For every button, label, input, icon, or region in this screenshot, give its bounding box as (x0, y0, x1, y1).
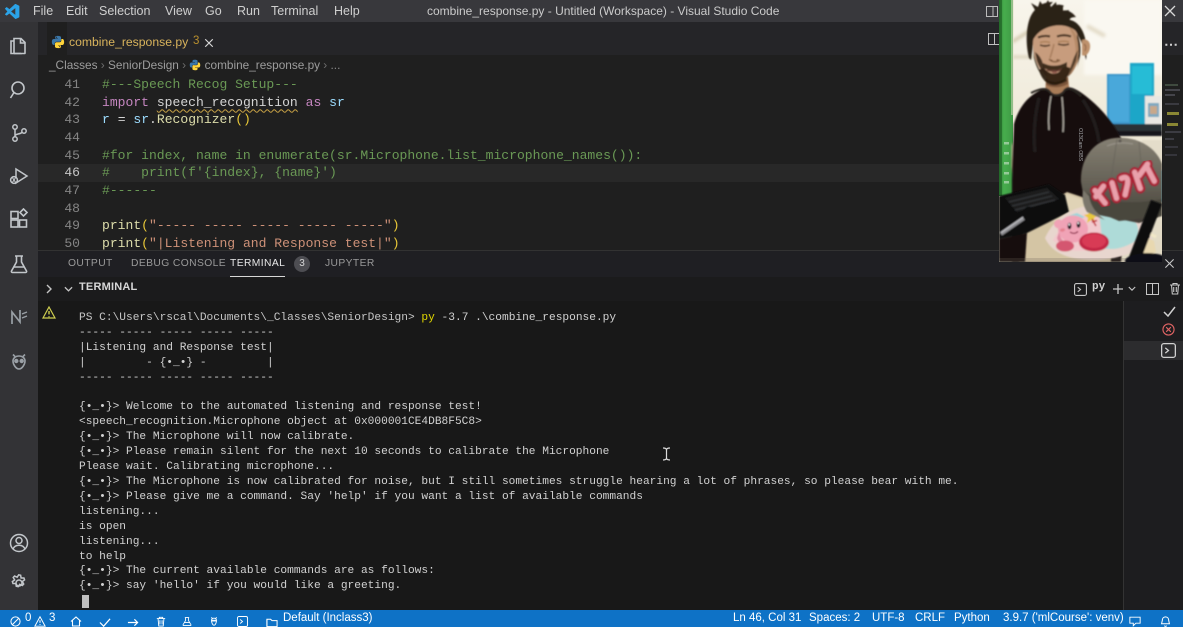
svg-text:O13Cam OBS: O13Cam OBS (1077, 128, 1083, 162)
